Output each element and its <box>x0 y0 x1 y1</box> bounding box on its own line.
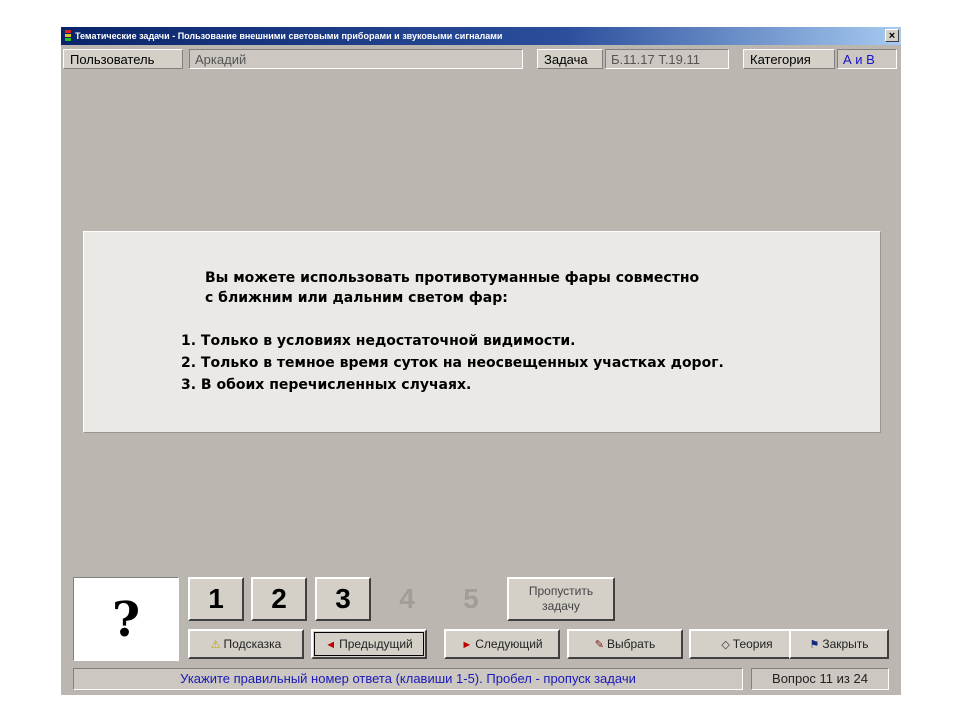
task-value: Б.11.17 Т.19.11 <box>605 49 729 69</box>
warning-icon: ⚠ <box>210 639 221 651</box>
arrow-right-icon: ► <box>461 639 473 651</box>
user-value: Аркадий <box>189 49 523 69</box>
question-panel: Вы можете использовать противотуманные ф… <box>83 231 881 433</box>
answer-option-1: 1. Только в условиях недостаточной видим… <box>181 333 576 349</box>
traffic-light-icon <box>65 30 71 42</box>
answer-option-2: 2. Только в темное время суток на неосве… <box>181 355 724 371</box>
answer-number-5-disabled: 5 <box>463 583 479 614</box>
skip-line-2: задачу <box>542 599 580 613</box>
info-bar: Пользователь Аркадий Задача Б.11.17 Т.19… <box>61 47 901 73</box>
answer-number-4-disabled: 4 <box>399 583 415 614</box>
question-progress: Вопрос 11 из 24 <box>751 668 889 690</box>
question-text: Вы можете использовать противотуманные ф… <box>205 268 699 308</box>
select-label: Выбрать <box>606 637 656 651</box>
answer-button-1[interactable]: 1 <box>188 577 244 621</box>
stamp-icon: ✎ <box>594 639 604 651</box>
exit-door-icon: ⚑ <box>809 639 820 651</box>
answer-indicator: ? <box>73 577 179 661</box>
status-hint: Укажите правильный номер ответа (клавиши… <box>73 668 743 690</box>
user-label: Пользователь <box>63 49 183 69</box>
close-window-button[interactable]: × <box>885 29 899 42</box>
arrow-left-icon: ◄ <box>325 639 337 651</box>
next-label: Следующий <box>475 637 543 651</box>
answer-button-3[interactable]: 3 <box>315 577 371 621</box>
previous-button[interactable]: ◄ Предыдущий <box>311 629 427 659</box>
window-title: Тематические задачи - Пользование внешни… <box>75 31 503 41</box>
category-label: Категория <box>743 49 835 69</box>
skip-line-1: Пропустить <box>528 584 594 598</box>
category-value: А и В <box>837 49 897 69</box>
task-label: Задача <box>537 49 603 69</box>
answer-list: 1. Только в условиях недостаточной видим… <box>181 330 724 396</box>
diamond-icon: ◇ <box>721 639 730 651</box>
hint-label: Подсказка <box>223 637 282 651</box>
app-window: Тематические задачи - Пользование внешни… <box>61 27 901 695</box>
answer-option-3: 3. В обоих перечисленных случаях. <box>181 377 472 393</box>
previous-label: Предыдущий <box>339 637 413 651</box>
question-line-2: с ближним или дальним светом фар: <box>205 290 508 306</box>
select-button[interactable]: ✎ Выбрать <box>567 629 683 659</box>
close-label: Закрыть <box>822 637 869 651</box>
answer-button-2[interactable]: 2 <box>251 577 307 621</box>
theory-button[interactable]: ◇ Теория <box>689 629 805 659</box>
question-line-1: Вы можете использовать противотуманные ф… <box>205 270 700 286</box>
theory-label: Теория <box>732 637 773 651</box>
close-button[interactable]: ⚑ Закрыть <box>789 629 889 659</box>
next-button[interactable]: ► Следующий <box>444 629 560 659</box>
skip-task-button[interactable]: Пропустить задачу <box>507 577 615 621</box>
title-bar: Тематические задачи - Пользование внешни… <box>61 27 901 45</box>
hint-button[interactable]: ⚠ Подсказка <box>188 629 304 659</box>
